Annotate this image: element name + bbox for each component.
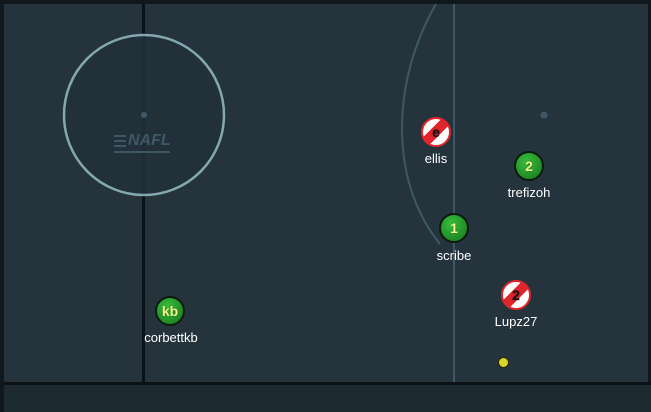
player-name-ellis: ellis	[424, 151, 448, 166]
player-token[interactable]: 1	[439, 213, 469, 243]
center-dot	[141, 112, 147, 118]
left-edge	[0, 0, 4, 412]
player-token-label: 2	[512, 287, 520, 303]
right-vertical-line	[453, 4, 455, 382]
top-edge	[0, 0, 651, 4]
player-token[interactable]: e	[421, 117, 451, 147]
player-token-label: e	[432, 124, 440, 140]
player-name-trefizoh: trefizoh	[507, 185, 551, 200]
player-name-scribe: scribe	[436, 248, 472, 263]
player-name-lupz27: Lupz27	[494, 314, 538, 329]
nafl-logo-text: NAFL	[128, 132, 171, 149]
player-token-label: 2	[525, 158, 533, 174]
player-token[interactable]: 2	[501, 280, 531, 310]
player-token-label: 1	[450, 220, 458, 236]
bottom-boundary-line	[4, 382, 651, 385]
player-token[interactable]: kb	[155, 296, 185, 326]
spot-dot	[540, 111, 548, 119]
player-token[interactable]: 2	[514, 151, 544, 181]
player-token-label: kb	[161, 303, 179, 319]
ball	[498, 357, 509, 368]
field-markings	[0, 0, 651, 412]
bottom-strip	[4, 385, 651, 412]
game-field: NAFL e ellis 2 trefizoh 1 scribe 2 Lupz2…	[0, 0, 651, 412]
nafl-logo: NAFL	[112, 132, 172, 155]
player-name-corbettkb: corbettkb	[144, 330, 198, 345]
